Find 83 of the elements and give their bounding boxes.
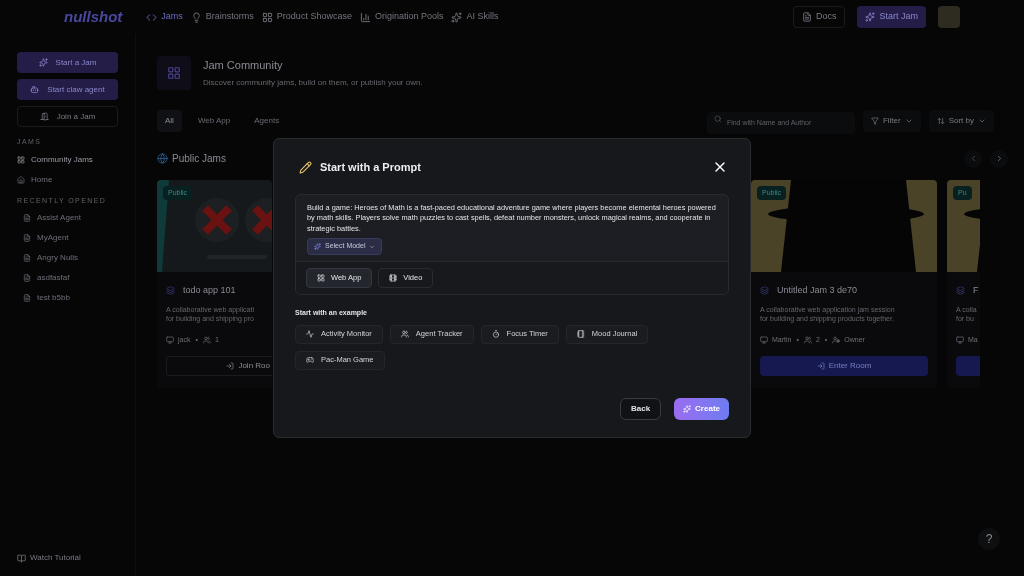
enter-room-button[interactable]: Enter Room <box>760 355 928 376</box>
monitor-icon <box>760 336 768 345</box>
card-title: Untitled Jam 3 de70 <box>777 283 858 297</box>
item-icon <box>23 254 31 262</box>
pencil-icon <box>299 160 312 174</box>
back-button[interactable]: Back <box>619 397 662 420</box>
logo[interactable]: nullshot <box>64 5 123 29</box>
card-title: F <box>973 283 979 297</box>
page-title: Jam Community <box>203 57 284 73</box>
dialog-title: Start with a Prompt <box>320 160 421 175</box>
sidebar-item[interactable]: Community Jams <box>17 153 118 166</box>
users-icon <box>202 336 211 345</box>
owner-icon <box>832 336 841 345</box>
item-icon <box>23 234 31 242</box>
sidebar-item[interactable]: MyAgent <box>17 232 118 244</box>
sort-button[interactable]: Sort by <box>928 109 994 132</box>
nav-icon <box>190 11 202 23</box>
filter-icon <box>870 116 879 125</box>
help-button[interactable]: ? <box>978 528 1000 550</box>
example-icon <box>576 330 585 338</box>
nav-icon <box>359 11 371 23</box>
users-icon <box>803 336 812 345</box>
example-icon <box>491 330 500 338</box>
action-icon <box>39 112 49 121</box>
globe-icon <box>157 153 168 164</box>
sidebar-item[interactable]: Home <box>17 173 118 186</box>
docs-button[interactable]: Docs <box>792 6 846 28</box>
nav-link[interactable]: Brainstorms <box>190 10 254 24</box>
film-icon <box>389 274 398 282</box>
enter-icon <box>816 361 825 370</box>
nav-link[interactable]: Jams <box>146 10 183 24</box>
nav-link[interactable]: Product Showcase <box>261 10 352 24</box>
nav-icon <box>451 11 463 23</box>
community-icon <box>157 56 191 90</box>
caret-icon <box>369 243 376 250</box>
sidebar-item[interactable]: test b5bb <box>17 292 118 304</box>
book-icon <box>17 553 26 563</box>
filter-tab[interactable]: All <box>157 109 182 132</box>
item-icon <box>23 294 31 302</box>
start-jam-button[interactable]: Start Jam <box>857 6 926 28</box>
avatar[interactable] <box>938 6 960 28</box>
monitor-icon <box>166 336 174 345</box>
section-title: Public Jams <box>172 152 226 166</box>
nav-icon <box>261 11 273 23</box>
example-icon <box>306 356 314 364</box>
tutorial-link[interactable]: Watch Tutorial <box>17 552 118 564</box>
create-button[interactable]: Create <box>674 397 729 420</box>
action-icon <box>38 58 48 67</box>
sidebar-action-button[interactable]: Start a Jam <box>17 52 118 73</box>
layers-icon <box>956 285 965 295</box>
enter-icon <box>226 361 235 370</box>
filter-tab[interactable]: Agents <box>246 109 288 132</box>
sort-icon <box>936 116 945 125</box>
sparkle-icon <box>865 12 876 22</box>
next-button[interactable] <box>990 149 1008 168</box>
item-icon <box>23 274 31 282</box>
item-icon <box>23 214 31 222</box>
sidebar-action-button[interactable]: Start claw agent <box>17 79 118 100</box>
filter-tab[interactable]: Web App <box>189 109 239 132</box>
filter-button[interactable]: Filter <box>862 109 921 132</box>
nav-link[interactable]: Origination Pools <box>359 10 444 24</box>
sidebar-item[interactable]: Assist Agent <box>17 212 118 224</box>
nav-icon <box>146 11 158 23</box>
example-icon <box>306 330 314 338</box>
item-icon <box>17 155 25 164</box>
sparkle-icon <box>314 243 321 250</box>
sidebar-action-button[interactable]: Join a Jam <box>17 106 118 127</box>
sparkle-icon <box>683 404 692 413</box>
item-icon <box>17 175 25 184</box>
join-room-button[interactable]: Join Roo <box>166 355 272 376</box>
previous-button[interactable] <box>964 149 982 168</box>
nav-link[interactable]: AI Skills <box>451 10 499 24</box>
example-icon <box>400 330 409 338</box>
action-icon <box>30 85 40 94</box>
sidebar-item[interactable]: asdfasfaf <box>17 272 118 284</box>
layers-icon <box>166 285 175 295</box>
sidebar-item[interactable]: Angry Nulls <box>17 252 118 264</box>
grid-icon <box>317 274 325 282</box>
monitor-icon <box>956 336 964 345</box>
page-subtitle: Discover community jams, build on them, or publish your own. <box>203 77 423 90</box>
card-title: todo app 101 <box>183 283 236 297</box>
document-icon <box>801 12 812 22</box>
layers-icon <box>760 285 769 295</box>
